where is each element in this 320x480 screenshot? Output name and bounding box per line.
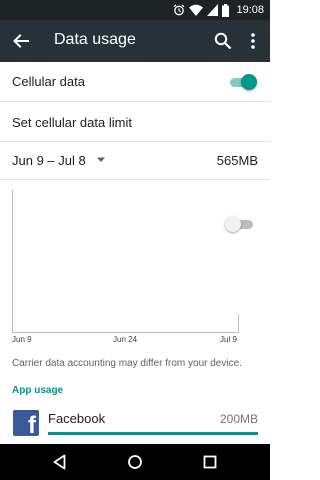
alarm-icon — [174, 4, 185, 16]
nav-home-icon[interactable] — [125, 452, 145, 472]
nav-recents-icon[interactable] — [200, 452, 220, 472]
status-icons: 19:08 — [173, 3, 264, 17]
page-title: Data usage — [54, 31, 136, 48]
nav-back-icon[interactable] — [50, 452, 70, 472]
data-limit-label: Set cellular data limit — [12, 115, 132, 130]
data-limit-row[interactable]: Set cellular data limit — [0, 102, 270, 232]
clock: 19:08 — [236, 4, 264, 16]
usage-chart — [12, 190, 239, 333]
search-icon[interactable] — [212, 30, 234, 52]
carrier-note: Carrier data accounting may differ from … — [12, 358, 242, 369]
cellular-data-row[interactable]: Cellular data — [0, 62, 270, 102]
billing-cycle-row[interactable]: Jun 9 – Jul 8 565MB — [0, 142, 270, 180]
battery-icon — [222, 3, 230, 17]
more-vert-icon[interactable] — [243, 30, 263, 52]
navigation-bar — [0, 444, 270, 480]
facebook-icon: f — [13, 410, 39, 436]
x-tick-label: Jun 24 — [113, 335, 138, 344]
app-usage-item[interactable]: f Facebook 200MB — [0, 404, 270, 444]
app-usage-bar-fill — [48, 432, 258, 435]
x-tick-label: Jul 9 — [220, 335, 237, 344]
cellular-data-toggle[interactable] — [228, 73, 258, 91]
app-name: Facebook — [48, 411, 106, 426]
x-tick-label: Jun 9 — [12, 335, 32, 344]
app-usage-bar — [48, 432, 258, 435]
dropdown-caret-icon[interactable] — [96, 156, 106, 164]
cellular-data-label: Cellular data — [12, 74, 85, 89]
app-bar: Data usage — [0, 20, 270, 62]
cycle-range[interactable]: Jun 9 – Jul 8 — [12, 153, 86, 168]
cycle-total: 565MB — [216, 153, 258, 168]
app-data-size: 200MB — [219, 412, 258, 426]
app-usage-heading: App usage — [12, 385, 64, 396]
wifi-icon — [189, 4, 204, 16]
toggle-thumb — [241, 74, 257, 90]
back-arrow-icon[interactable] — [10, 30, 32, 52]
status-bar: 19:08 — [0, 0, 270, 20]
cellular-signal-icon — [207, 4, 219, 16]
